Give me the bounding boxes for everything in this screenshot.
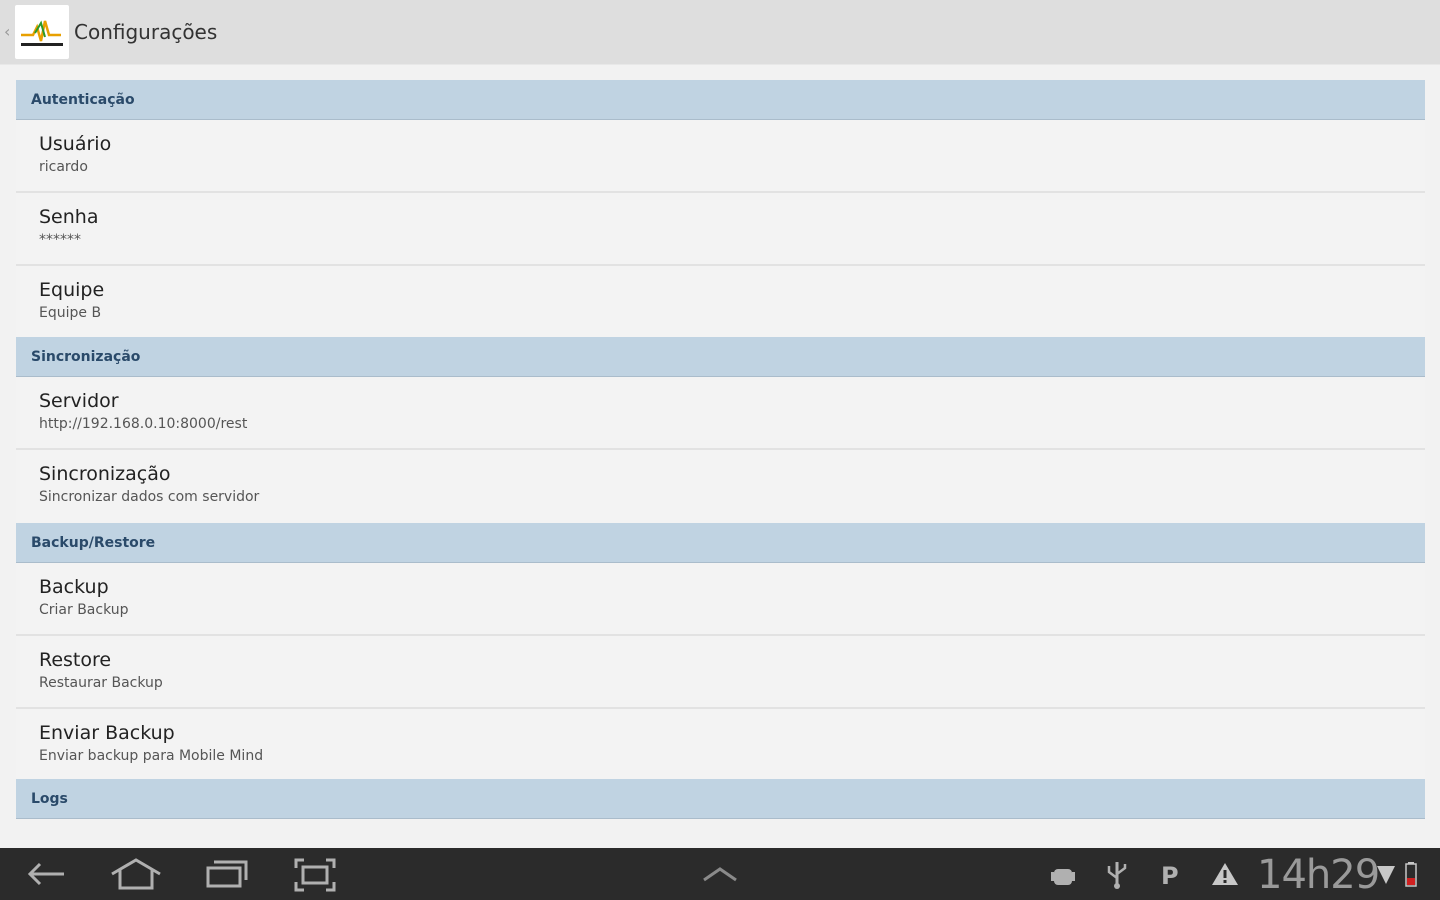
pref-title: Servidor: [39, 390, 119, 412]
pref-summary: http://192.168.0.10:8000/rest: [39, 416, 248, 432]
expand-up-icon[interactable]: [702, 866, 738, 882]
wifi-icon: [1377, 866, 1395, 884]
pref-usuario[interactable]: Usuário ricardo: [16, 120, 1425, 193]
p-notification-icon: P: [1161, 862, 1179, 890]
pref-title: Enviar Backup: [39, 722, 175, 744]
android-debug-icon: [1051, 869, 1075, 885]
preferences-list: Autenticação Usuário ricardo Senha *****…: [16, 80, 1425, 819]
recent-apps-icon[interactable]: [204, 858, 250, 890]
pref-title: Usuário: [39, 133, 112, 155]
pref-enviar-backup[interactable]: Enviar Backup Enviar backup para Mobile …: [16, 709, 1425, 779]
pref-summary: Enviar backup para Mobile Mind: [39, 748, 264, 764]
screenshot-icon[interactable]: [294, 858, 336, 892]
svg-text:P: P: [1161, 862, 1179, 890]
pref-summary: ******: [39, 232, 81, 248]
pref-equipe[interactable]: Equipe Equipe B: [16, 266, 1425, 337]
up-caret-icon[interactable]: ‹: [4, 22, 10, 41]
category-backup-restore: Backup/Restore: [16, 523, 1425, 563]
status-clock: 14h29: [1257, 852, 1380, 898]
pref-restore[interactable]: Restore Restaurar Backup: [16, 636, 1425, 709]
pref-summary: Equipe B: [39, 305, 102, 321]
category-authentication: Autenticação: [16, 80, 1425, 120]
category-sync: Sincronização: [16, 337, 1425, 377]
pref-servidor[interactable]: Servidor http://192.168.0.10:8000/rest: [16, 377, 1425, 450]
pref-sincronizacao[interactable]: Sincronização Sincronizar dados com serv…: [16, 450, 1425, 523]
pref-title: Backup: [39, 576, 109, 598]
pref-summary: Criar Backup: [39, 602, 129, 618]
back-icon[interactable]: [26, 858, 66, 890]
pref-title: Senha: [39, 206, 99, 228]
usb-icon: [1107, 862, 1127, 889]
system-navigation-bar: P 14h29: [0, 848, 1440, 900]
page-title: Configurações: [74, 20, 218, 44]
pref-title: Restore: [39, 649, 112, 671]
app-logo-icon[interactable]: [15, 5, 69, 59]
warning-icon: [1212, 863, 1238, 885]
category-logs: Logs: [16, 779, 1425, 819]
pref-title: Equipe: [39, 279, 105, 301]
pref-backup[interactable]: Backup Criar Backup: [16, 563, 1425, 636]
home-icon[interactable]: [110, 858, 162, 890]
pref-title: Sincronização: [39, 463, 171, 485]
action-bar: ‹ Configurações: [0, 0, 1440, 64]
pref-summary: ricardo: [39, 159, 88, 175]
pref-summary: Restaurar Backup: [39, 675, 163, 691]
pref-senha[interactable]: Senha ******: [16, 193, 1425, 266]
battery-icon: [1405, 862, 1417, 887]
pref-summary: Sincronizar dados com servidor: [39, 489, 260, 505]
